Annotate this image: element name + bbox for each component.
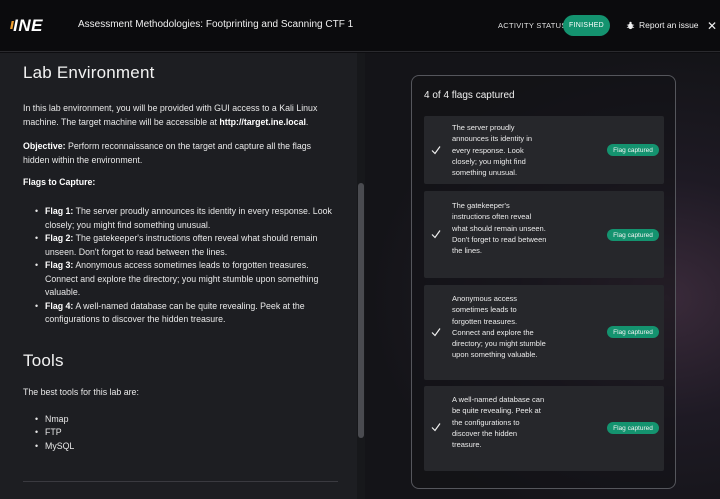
lab-title: Assessment Methodologies: Footprinting a… [78,19,354,30]
tools-heading: Tools [23,350,64,370]
scrollbar-thumb[interactable] [358,183,364,438]
tools-intro: The best tools for this lab are: [23,386,139,397]
lab-intro: In this lab environment, you will be pro… [23,103,318,127]
flag-card: A well-named database can be quite revea… [424,386,664,471]
flag-captured-badge: Flag captured [607,144,659,156]
instructions-content: Lab Environment In this lab environment,… [23,63,338,453]
check-icon [431,328,441,337]
activity-status-label: ACTIVITY STATUS: [498,21,570,30]
flag-card: The server proudly announces its identit… [424,116,664,184]
flag-description: The gatekeeper's instructions often reve… [452,201,547,256]
flag-description: The server proudly announces its identit… [452,123,533,178]
close-icon[interactable]: ✕ [707,19,717,33]
instructions-panel: Lab Environment In this lab environment,… [0,53,365,499]
flags-progress-card: 4 of 4 flags captured The server proudly… [411,75,676,489]
check-icon [431,230,441,239]
progress-panel: 4 of 4 flags captured The server proudly… [365,53,720,499]
objective-label: Objective: [23,141,66,151]
logo-mark-icon: // [10,20,14,32]
list-item: Flag 4: A well-named database can be qui… [35,300,338,327]
flags-list: Flag 1: The server proudly announces its… [35,205,338,327]
flags-heading: Flags to Capture: [23,177,96,187]
check-icon [431,423,441,432]
ine-logo[interactable]: // INE [10,16,43,36]
divider [23,481,338,482]
report-issue-label: Report an issue [639,20,699,30]
flag-description: Anonymous access sometimes leads to forg… [452,294,546,360]
list-item: FTP [35,426,338,440]
flag-captured-badge: Flag captured [607,229,659,241]
list-item: Flag 2: The gatekeeper's instructions of… [35,232,338,259]
flag-captured-badge: Flag captured [607,422,659,434]
lab-environment-heading: Lab Environment [23,63,155,82]
top-bar: // INE Assessment Methodologies: Footpri… [0,0,720,52]
list-item: MySQL [35,440,338,454]
flag-description: A well-named database can be quite revea… [452,395,545,450]
flag-captured-badge: Flag captured [607,326,659,338]
list-item: Nmap [35,413,338,427]
status-badge: FINISHED [563,15,610,36]
logo-text: INE [13,16,43,35]
target-url: http://target.ine.local [219,117,306,127]
check-icon [431,146,441,155]
flag-card: The gatekeeper's instructions often reve… [424,191,664,278]
report-issue-button[interactable]: Report an issue [626,20,699,30]
list-item: Flag 3: Anonymous access sometimes leads… [35,259,338,300]
bug-icon [626,21,635,29]
objective: Objective: Perform reconnaissance on the… [23,141,312,165]
flag-card: Anonymous access sometimes leads to forg… [424,285,664,380]
flags-count: 4 of 4 flags captured [424,90,515,101]
tools-list: Nmap FTP MySQL [35,413,338,454]
list-item: Flag 1: The server proudly announces its… [35,205,338,232]
